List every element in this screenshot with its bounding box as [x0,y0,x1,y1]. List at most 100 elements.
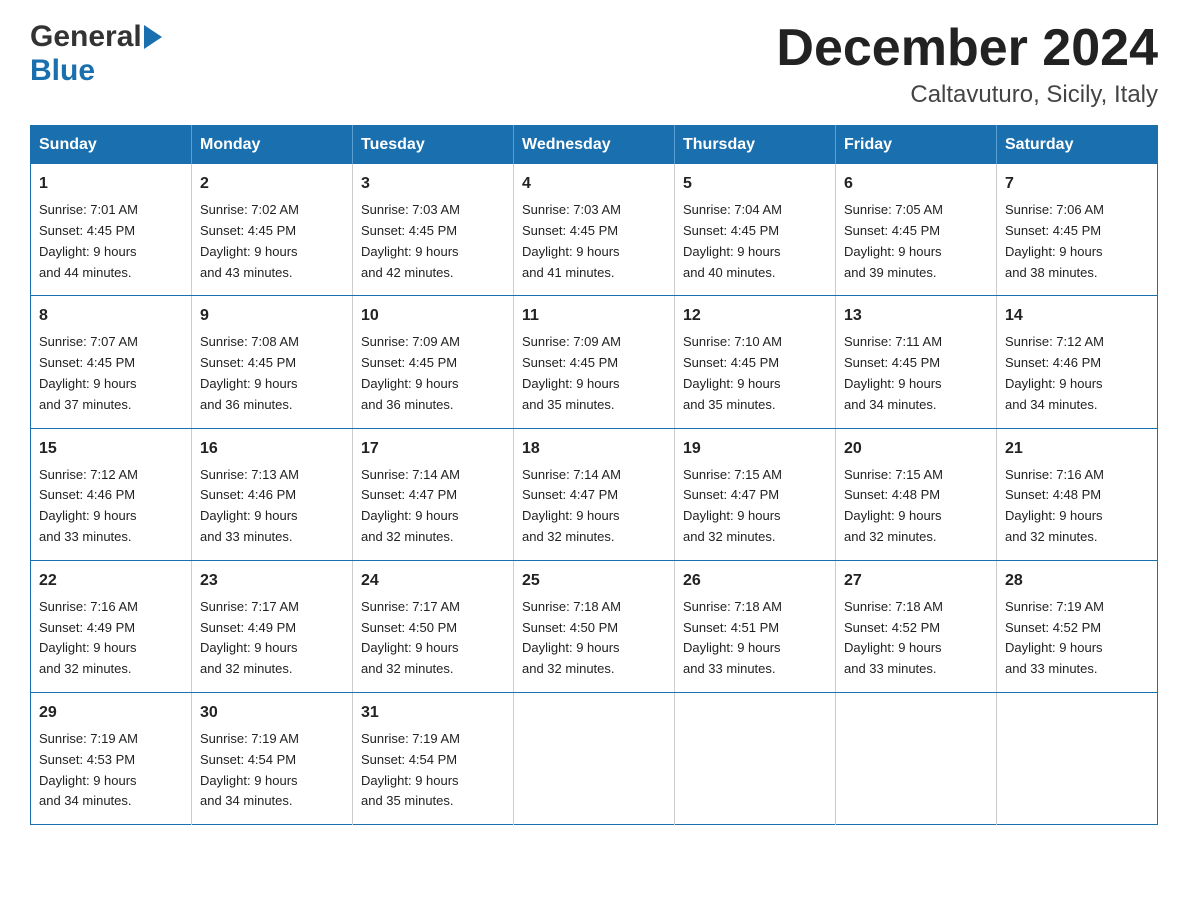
calendar-day-cell: 24 Sunrise: 7:17 AMSunset: 4:50 PMDaylig… [353,560,514,692]
calendar-day-cell: 5 Sunrise: 7:04 AMSunset: 4:45 PMDayligh… [675,164,836,296]
day-number: 5 [683,172,827,196]
day-info: Sunrise: 7:19 AMSunset: 4:54 PMDaylight:… [361,731,460,808]
day-info: Sunrise: 7:18 AMSunset: 4:51 PMDaylight:… [683,599,782,676]
day-info: Sunrise: 7:11 AMSunset: 4:45 PMDaylight:… [844,334,942,411]
calendar-day-cell: 3 Sunrise: 7:03 AMSunset: 4:45 PMDayligh… [353,164,514,296]
day-number: 9 [200,304,344,328]
day-number: 15 [39,437,183,461]
day-number: 30 [200,701,344,725]
calendar-day-cell: 20 Sunrise: 7:15 AMSunset: 4:48 PMDaylig… [836,428,997,560]
calendar-day-cell: 12 Sunrise: 7:10 AMSunset: 4:45 PMDaylig… [675,296,836,428]
calendar-header-row: SundayMondayTuesdayWednesdayThursdayFrid… [31,126,1158,165]
day-info: Sunrise: 7:15 AMSunset: 4:48 PMDaylight:… [844,467,943,544]
day-number: 2 [200,172,344,196]
weekday-header-wednesday: Wednesday [514,126,675,165]
day-number: 25 [522,569,666,593]
day-number: 14 [1005,304,1149,328]
day-number: 13 [844,304,988,328]
calendar-day-cell: 22 Sunrise: 7:16 AMSunset: 4:49 PMDaylig… [31,560,192,692]
day-info: Sunrise: 7:16 AMSunset: 4:48 PMDaylight:… [1005,467,1104,544]
calendar-day-cell: 14 Sunrise: 7:12 AMSunset: 4:46 PMDaylig… [997,296,1158,428]
day-number: 3 [361,172,505,196]
calendar-day-cell: 2 Sunrise: 7:02 AMSunset: 4:45 PMDayligh… [192,164,353,296]
day-number: 24 [361,569,505,593]
day-number: 16 [200,437,344,461]
day-number: 11 [522,304,666,328]
day-number: 12 [683,304,827,328]
calendar-day-cell: 26 Sunrise: 7:18 AMSunset: 4:51 PMDaylig… [675,560,836,692]
day-number: 29 [39,701,183,725]
day-info: Sunrise: 7:15 AMSunset: 4:47 PMDaylight:… [683,467,782,544]
day-info: Sunrise: 7:03 AMSunset: 4:45 PMDaylight:… [361,202,460,279]
day-info: Sunrise: 7:06 AMSunset: 4:45 PMDaylight:… [1005,202,1104,279]
calendar-day-cell: 15 Sunrise: 7:12 AMSunset: 4:46 PMDaylig… [31,428,192,560]
day-number: 27 [844,569,988,593]
calendar-day-cell: 23 Sunrise: 7:17 AMSunset: 4:49 PMDaylig… [192,560,353,692]
calendar-day-cell: 18 Sunrise: 7:14 AMSunset: 4:47 PMDaylig… [514,428,675,560]
calendar-day-cell [675,692,836,824]
day-number: 20 [844,437,988,461]
day-number: 23 [200,569,344,593]
day-info: Sunrise: 7:19 AMSunset: 4:53 PMDaylight:… [39,731,138,808]
calendar-day-cell: 8 Sunrise: 7:07 AMSunset: 4:45 PMDayligh… [31,296,192,428]
day-number: 21 [1005,437,1149,461]
day-number: 8 [39,304,183,328]
day-info: Sunrise: 7:14 AMSunset: 4:47 PMDaylight:… [361,467,460,544]
calendar-day-cell: 7 Sunrise: 7:06 AMSunset: 4:45 PMDayligh… [997,164,1158,296]
day-number: 7 [1005,172,1149,196]
calendar-week-row: 15 Sunrise: 7:12 AMSunset: 4:46 PMDaylig… [31,428,1158,560]
day-info: Sunrise: 7:12 AMSunset: 4:46 PMDaylight:… [39,467,138,544]
day-number: 18 [522,437,666,461]
calendar-day-cell: 29 Sunrise: 7:19 AMSunset: 4:53 PMDaylig… [31,692,192,824]
day-info: Sunrise: 7:19 AMSunset: 4:54 PMDaylight:… [200,731,299,808]
day-number: 6 [844,172,988,196]
day-info: Sunrise: 7:07 AMSunset: 4:45 PMDaylight:… [39,334,138,411]
day-info: Sunrise: 7:12 AMSunset: 4:46 PMDaylight:… [1005,334,1104,411]
calendar-day-cell: 6 Sunrise: 7:05 AMSunset: 4:45 PMDayligh… [836,164,997,296]
calendar-day-cell: 10 Sunrise: 7:09 AMSunset: 4:45 PMDaylig… [353,296,514,428]
day-number: 26 [683,569,827,593]
calendar-day-cell: 17 Sunrise: 7:14 AMSunset: 4:47 PMDaylig… [353,428,514,560]
calendar-day-cell [836,692,997,824]
day-info: Sunrise: 7:19 AMSunset: 4:52 PMDaylight:… [1005,599,1104,676]
calendar-week-row: 29 Sunrise: 7:19 AMSunset: 4:53 PMDaylig… [31,692,1158,824]
day-number: 4 [522,172,666,196]
day-info: Sunrise: 7:10 AMSunset: 4:45 PMDaylight:… [683,334,782,411]
month-title: December 2024 [776,20,1158,77]
calendar-day-cell: 25 Sunrise: 7:18 AMSunset: 4:50 PMDaylig… [514,560,675,692]
calendar-table: SundayMondayTuesdayWednesdayThursdayFrid… [30,125,1158,825]
day-info: Sunrise: 7:18 AMSunset: 4:50 PMDaylight:… [522,599,621,676]
day-number: 22 [39,569,183,593]
day-info: Sunrise: 7:04 AMSunset: 4:45 PMDaylight:… [683,202,782,279]
day-number: 28 [1005,569,1149,593]
weekday-header-monday: Monday [192,126,353,165]
logo-triangle-icon [144,25,162,49]
calendar-day-cell: 16 Sunrise: 7:13 AMSunset: 4:46 PMDaylig… [192,428,353,560]
logo-general-text: General [30,20,142,54]
day-number: 19 [683,437,827,461]
day-info: Sunrise: 7:09 AMSunset: 4:45 PMDaylight:… [361,334,460,411]
calendar-week-row: 8 Sunrise: 7:07 AMSunset: 4:45 PMDayligh… [31,296,1158,428]
calendar-day-cell: 11 Sunrise: 7:09 AMSunset: 4:45 PMDaylig… [514,296,675,428]
day-info: Sunrise: 7:09 AMSunset: 4:45 PMDaylight:… [522,334,621,411]
weekday-header-thursday: Thursday [675,126,836,165]
day-info: Sunrise: 7:16 AMSunset: 4:49 PMDaylight:… [39,599,138,676]
calendar-day-cell: 9 Sunrise: 7:08 AMSunset: 4:45 PMDayligh… [192,296,353,428]
weekday-header-friday: Friday [836,126,997,165]
day-number: 31 [361,701,505,725]
page-header: General Blue December 2024 Caltavuturo, … [30,20,1158,109]
day-number: 10 [361,304,505,328]
day-info: Sunrise: 7:05 AMSunset: 4:45 PMDaylight:… [844,202,943,279]
day-info: Sunrise: 7:14 AMSunset: 4:47 PMDaylight:… [522,467,621,544]
weekday-header-tuesday: Tuesday [353,126,514,165]
calendar-day-cell [514,692,675,824]
day-info: Sunrise: 7:02 AMSunset: 4:45 PMDaylight:… [200,202,299,279]
day-number: 17 [361,437,505,461]
day-info: Sunrise: 7:13 AMSunset: 4:46 PMDaylight:… [200,467,299,544]
calendar-day-cell: 1 Sunrise: 7:01 AMSunset: 4:45 PMDayligh… [31,164,192,296]
location-title: Caltavuturo, Sicily, Italy [776,81,1158,109]
day-info: Sunrise: 7:18 AMSunset: 4:52 PMDaylight:… [844,599,943,676]
day-number: 1 [39,172,183,196]
calendar-day-cell: 21 Sunrise: 7:16 AMSunset: 4:48 PMDaylig… [997,428,1158,560]
calendar-week-row: 1 Sunrise: 7:01 AMSunset: 4:45 PMDayligh… [31,164,1158,296]
